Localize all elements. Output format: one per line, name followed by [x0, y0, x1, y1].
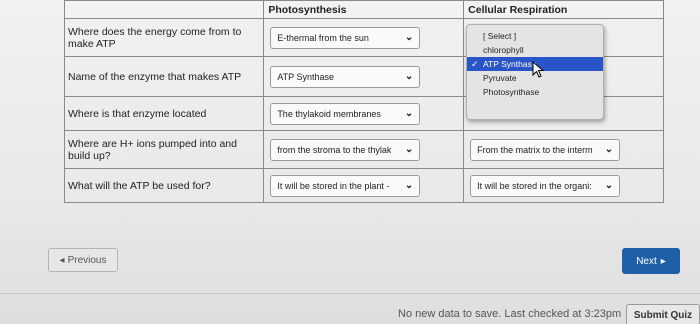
footer-divider: [0, 293, 700, 294]
answer-cell: E-thermal from the sun ⌄: [263, 18, 465, 57]
answer-cell: It will be stored in the organi: ⌄: [463, 168, 664, 203]
table-row: What will the ATP be used for? It will b…: [63, 168, 664, 203]
dropdown-option[interactable]: chlorophyll: [467, 43, 603, 57]
previous-label: Previous: [67, 254, 107, 266]
dropdown-option-selected[interactable]: ✓ ATP Synthase: [467, 57, 603, 71]
select-dropdown-list: [ Select ] chlorophyll ✓ ATP Synthase Py…: [466, 24, 604, 120]
select-value: E-thermal from the sun: [277, 32, 369, 43]
chevron-down-icon: ⌄: [404, 108, 414, 119]
question-label: Name of the enzyme that makes ATP: [63, 56, 265, 97]
answer-cell: It will be stored in the plant - ⌄: [263, 168, 465, 203]
answer-select[interactable]: It will be stored in the plant - ⌄: [270, 174, 421, 197]
chevron-down-icon: ⌄: [404, 180, 414, 191]
header-cellular-respiration: Cellular Respiration: [463, 0, 664, 19]
select-value: It will be stored in the plant -: [277, 180, 390, 191]
question-label: Where is that enzyme located: [63, 96, 265, 131]
previous-button[interactable]: ◂ Previous: [48, 248, 118, 272]
dropdown-option[interactable]: [ Select ]: [467, 29, 603, 43]
chevron-down-icon: ⌄: [604, 180, 614, 191]
answer-select[interactable]: from the stroma to the thylak ⌄: [270, 138, 421, 161]
checkmark-icon: ✓: [471, 59, 479, 69]
answer-select[interactable]: ATP Synthase ⌄: [270, 65, 421, 88]
answer-select[interactable]: E-thermal from the sun ⌄: [270, 26, 421, 49]
submit-quiz-button[interactable]: Submit Quiz: [626, 304, 700, 324]
header-photosynthesis: Photosynthesis: [263, 0, 465, 19]
question-label: Where does the energy come from to make …: [63, 18, 265, 57]
option-label: Pyruvate: [483, 73, 517, 83]
select-value: ATP Synthase: [277, 71, 335, 82]
chevron-down-icon: ⌄: [404, 71, 414, 82]
answer-select[interactable]: From the matrix to the interm ⌄: [470, 138, 621, 161]
select-value: It will be stored in the organi:: [477, 180, 592, 191]
dropdown-option[interactable]: Pyruvate: [467, 71, 603, 85]
option-label: chlorophyll: [483, 45, 524, 55]
select-value: The thylakoid membranes: [277, 108, 381, 119]
answer-cell: ATP Synthase ⌄: [263, 56, 465, 97]
chevron-down-icon: ⌄: [404, 144, 414, 155]
answer-cell: The thylakoid membranes ⌄: [263, 96, 465, 131]
chevron-down-icon: ⌄: [404, 32, 414, 43]
option-label: ATP Synthase: [483, 59, 537, 69]
answer-cell: from the stroma to the thylak ⌄: [263, 130, 465, 169]
answer-select[interactable]: The thylakoid membranes ⌄: [270, 102, 421, 125]
answer-select[interactable]: It will be stored in the organi: ⌄: [470, 174, 621, 197]
select-value: From the matrix to the interm: [477, 144, 593, 155]
question-label: Where are H+ ions pumped into and build …: [63, 130, 265, 169]
dropdown-option[interactable]: Photosynthase: [467, 85, 603, 99]
chevron-right-icon: ▸: [660, 255, 666, 267]
autosave-status: No new data to save. Last checked at 3:2…: [398, 308, 622, 320]
table-header-row: Photosynthesis Cellular Respiration: [63, 0, 664, 19]
next-button[interactable]: Next ▸: [622, 248, 680, 274]
select-value: from the stroma to the thylak: [277, 144, 392, 155]
chevron-left-icon: ◂: [59, 254, 65, 266]
option-label: Photosynthase: [483, 87, 540, 97]
chevron-down-icon: ⌄: [604, 144, 614, 155]
header-blank: [63, 0, 265, 19]
option-label: [ Select ]: [483, 31, 517, 41]
table-row: Where are H+ ions pumped into and build …: [63, 130, 664, 169]
question-label: What will the ATP be used for?: [63, 168, 265, 203]
next-label: Next: [636, 255, 657, 267]
answer-cell: From the matrix to the interm ⌄: [463, 130, 664, 169]
quiz-page: Photosynthesis Cellular Respiration Wher…: [0, 0, 700, 324]
